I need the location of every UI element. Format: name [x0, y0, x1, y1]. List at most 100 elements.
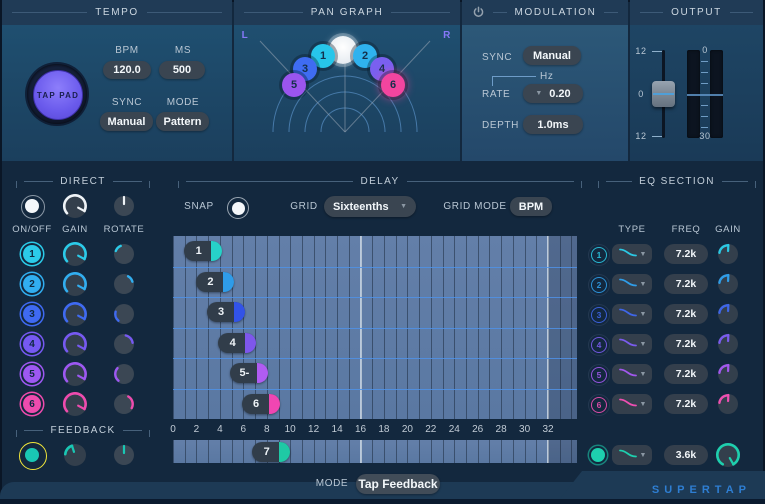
- direct-onoff-2[interactable]: 2: [23, 275, 41, 293]
- master-gain-knob[interactable]: [61, 192, 89, 225]
- eq-freq-field-4[interactable]: 7.2k: [664, 334, 708, 354]
- eq-feedback-onoff[interactable]: [591, 448, 605, 462]
- footer-mode-label: MODE: [312, 478, 352, 489]
- eq-type-col-label: TYPE: [608, 224, 656, 235]
- tempo-sync-selector[interactable]: Manual: [100, 112, 153, 131]
- mod-depth-field[interactable]: 1.0ms: [523, 115, 583, 134]
- eq-freq-col-label: FREQ: [662, 224, 710, 235]
- eq-feedback-type-dropdown[interactable]: ▼: [612, 445, 652, 465]
- master-rotate-knob[interactable]: [112, 194, 136, 223]
- eq-onoff-5[interactable]: 5: [591, 367, 607, 383]
- fader-tick-bottom: [652, 136, 662, 137]
- axis-tick-32: 32: [539, 424, 557, 435]
- tap-label: 1: [196, 245, 202, 257]
- direct-gain-knob-5[interactable]: [61, 360, 89, 393]
- bpm-value-field[interactable]: 120.0: [103, 61, 151, 79]
- eq-type-dropdown-4[interactable]: ▼: [612, 334, 652, 354]
- delay-tap-4[interactable]: 4: [218, 333, 256, 353]
- axis-tick-24: 24: [445, 424, 463, 435]
- mod-rate-selector[interactable]: ▼ 0.20: [523, 84, 583, 103]
- tap-label: 6: [253, 398, 259, 410]
- eq-type-dropdown-6[interactable]: ▼: [612, 394, 652, 414]
- direct-onoff-6[interactable]: 6: [23, 395, 41, 413]
- eq-type-dropdown-3[interactable]: ▼: [612, 304, 652, 324]
- bpm-label: BPM: [101, 45, 153, 56]
- master-onoff-toggle[interactable]: [25, 199, 39, 213]
- footer-mode-selector[interactable]: Tap Feedback: [356, 474, 440, 494]
- direct-rotate-knob-5[interactable]: [112, 362, 136, 391]
- grid-mode-button[interactable]: BPM: [510, 197, 552, 216]
- eq-freq-field-1[interactable]: 7.2k: [664, 244, 708, 264]
- delay-tap-7[interactable]: 7: [252, 442, 290, 462]
- direct-onoff-3[interactable]: 3: [23, 305, 41, 323]
- pan-tap-5[interactable]: 5: [282, 73, 306, 97]
- grid-dropdown[interactable]: Sixteenths ▼: [324, 196, 416, 217]
- axis-tick-4: 4: [211, 424, 229, 435]
- eq-gain-knob-1[interactable]: [716, 242, 740, 271]
- tap-pad-button[interactable]: TAP PAD: [33, 70, 83, 120]
- eq-type-dropdown-2[interactable]: ▼: [612, 274, 652, 294]
- eq-freq-field-5[interactable]: 7.2k: [664, 364, 708, 384]
- eq-feedback-freq-field[interactable]: 3.6k: [664, 445, 708, 465]
- eq-gain-knob-5[interactable]: [716, 362, 740, 391]
- direct-onoff-5[interactable]: 5: [23, 365, 41, 383]
- feedback-gain-knob[interactable]: [62, 442, 88, 473]
- direct-gain-knob-4[interactable]: [61, 330, 89, 363]
- delay-grid[interactable]: 1 2 3 4 5- 6: [173, 236, 577, 419]
- eq-gain-knob-6[interactable]: [716, 392, 740, 421]
- direct-rotate-knob-2[interactable]: [112, 272, 136, 301]
- delay-tap-6[interactable]: 6: [242, 394, 280, 414]
- delay-tap-2[interactable]: 2: [196, 272, 234, 292]
- delay-tap-1[interactable]: 1: [184, 241, 222, 261]
- direct-rotate-knob-3[interactable]: [112, 302, 136, 331]
- direct-rotate-knob-4[interactable]: [112, 332, 136, 361]
- tempo-mode-selector[interactable]: Pattern: [156, 112, 209, 131]
- direct-rotate-knob-1[interactable]: [112, 242, 136, 271]
- eq-freq-field-2[interactable]: 7.2k: [664, 274, 708, 294]
- eq-gain-knob-2[interactable]: [716, 272, 740, 301]
- grid-marker-line-16: [360, 440, 362, 463]
- eq-type-dropdown-1[interactable]: ▼: [612, 244, 652, 264]
- brand-logo: SUPERTAP: [652, 484, 751, 496]
- eq-gain-knob-4[interactable]: [716, 332, 740, 361]
- feedback-rotate-knob[interactable]: [112, 443, 136, 472]
- snap-toggle[interactable]: [227, 197, 249, 219]
- grid-row-separator: [173, 328, 577, 329]
- direct-gain-knob-3[interactable]: [61, 300, 89, 333]
- eq-onoff-3[interactable]: 3: [591, 307, 607, 323]
- hz-bracket-line: [492, 76, 536, 77]
- grid-mode-value: BPM: [519, 201, 543, 213]
- eq-onoff-1[interactable]: 1: [591, 247, 607, 263]
- delay-tap-5[interactable]: 5-: [230, 363, 268, 383]
- mod-sync-selector[interactable]: Manual: [523, 46, 581, 65]
- output-title: OUTPUT: [671, 7, 722, 18]
- eq-freq-field-6[interactable]: 7.2k: [664, 394, 708, 414]
- direct-rotate-knob-6[interactable]: [112, 392, 136, 421]
- eq-gain-knob-3[interactable]: [716, 302, 740, 331]
- eq-freq-field-3[interactable]: 7.2k: [664, 304, 708, 324]
- eq-onoff-4[interactable]: 4: [591, 337, 607, 353]
- ms-value-field[interactable]: 500: [159, 61, 205, 79]
- footer-bottom-strip: [0, 499, 765, 504]
- feedback-onoff-toggle[interactable]: [25, 448, 39, 462]
- grid-line: [513, 440, 514, 463]
- direct-gain-knob-2[interactable]: [61, 270, 89, 303]
- direct-gain-knob-6[interactable]: [61, 390, 89, 423]
- meter-center-line: [687, 94, 723, 96]
- direct-onoff-4[interactable]: 4: [23, 335, 41, 353]
- eq-feedback-gain-knob[interactable]: [714, 441, 742, 474]
- delay-tap-3[interactable]: 3: [207, 302, 245, 322]
- eq-onoff-2[interactable]: 2: [591, 277, 607, 293]
- eq-type-dropdown-5[interactable]: ▼: [612, 364, 652, 384]
- type-dropdown-caret: ▼: [640, 341, 647, 348]
- feedback-grid-row[interactable]: 7: [173, 440, 577, 463]
- power-icon[interactable]: [472, 6, 485, 19]
- direct-gain-knob-1[interactable]: [61, 240, 89, 273]
- mod-depth-label: DEPTH: [482, 120, 526, 131]
- output-fader-handle[interactable]: [652, 81, 675, 107]
- pan-tap-6[interactable]: 6: [381, 73, 405, 97]
- eq-onoff-6[interactable]: 6: [591, 397, 607, 413]
- modulation-panel: MODULATION SYNC Manual Hz RATE ▼ 0.20 DE…: [462, 0, 628, 161]
- type-dropdown-caret: ▼: [640, 311, 647, 318]
- direct-onoff-1[interactable]: 1: [23, 245, 41, 263]
